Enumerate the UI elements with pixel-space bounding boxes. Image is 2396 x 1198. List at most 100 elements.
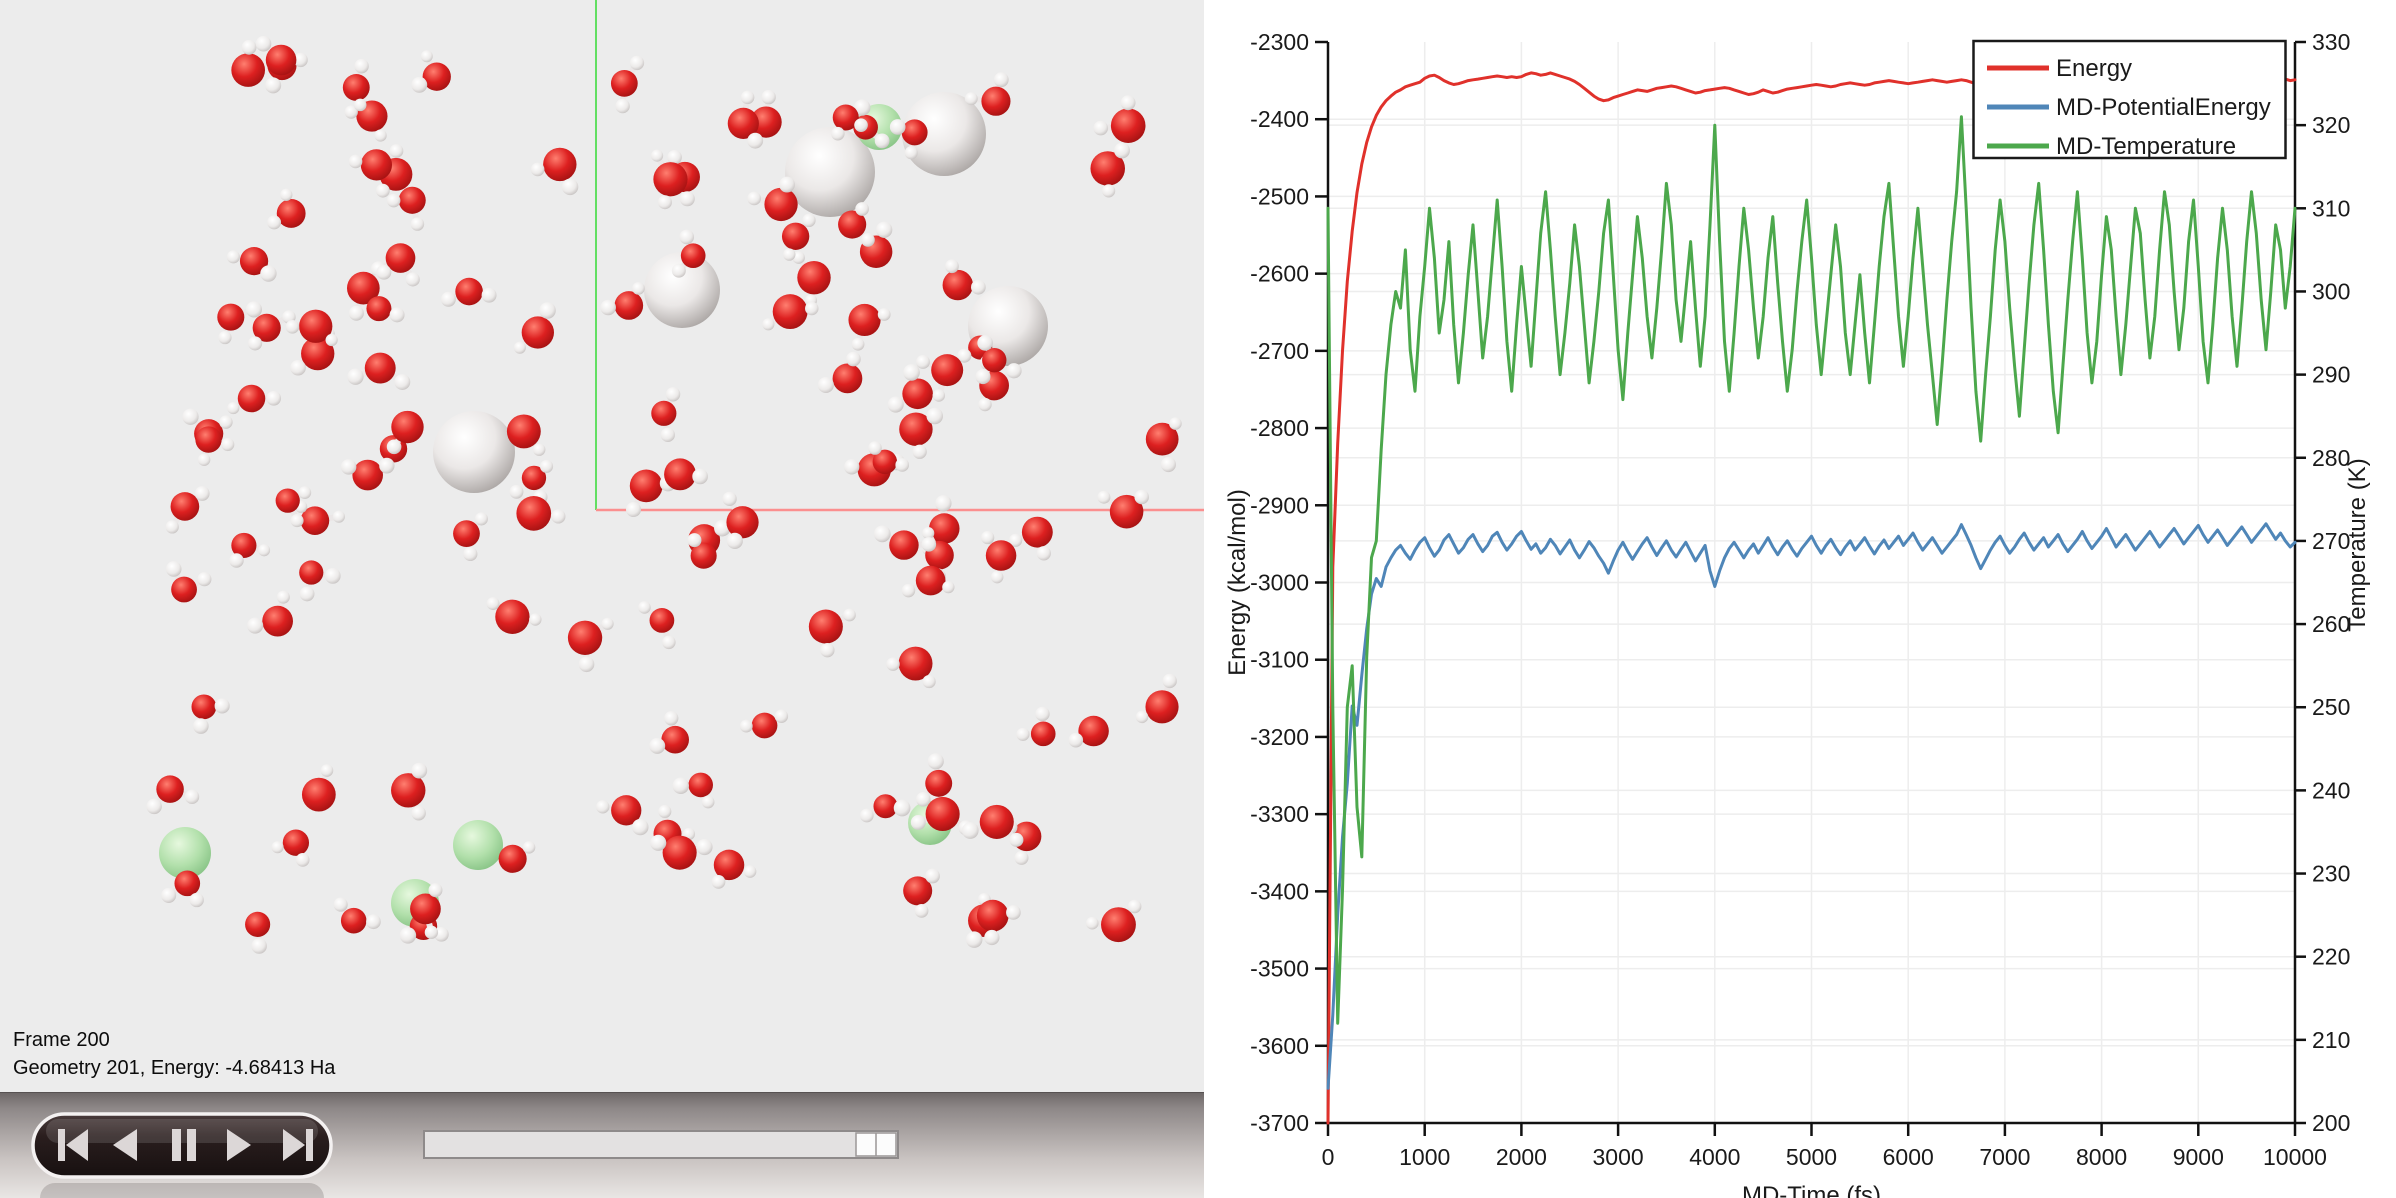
oxygen-atom (507, 414, 541, 448)
hydrogen-atom (680, 191, 695, 206)
hydrogen-atom (387, 194, 401, 208)
oxygen-atom (664, 458, 696, 490)
water-molecule (712, 850, 757, 889)
hydrogen-atom (843, 609, 856, 622)
hydrogen-atom (692, 469, 708, 485)
hydrogen-atom (679, 230, 694, 245)
oxygen-atom (611, 70, 638, 97)
oxygen-atom (986, 540, 1017, 571)
hydrogen-atom (429, 883, 443, 897)
hydrogen-atom (341, 459, 357, 475)
oxygen-atom (663, 836, 697, 870)
oxygen-atom (343, 74, 370, 101)
oxygen-atom (726, 506, 758, 538)
frame-slider-thumb[interactable] (856, 1133, 896, 1156)
hydrogen-atom (820, 643, 834, 657)
hydrogen-atom (740, 720, 753, 733)
water-molecule (902, 566, 955, 598)
hydrogen-atom (1114, 143, 1130, 159)
hydrogen-atom (868, 441, 882, 455)
svg-text:-2500: -2500 (1250, 183, 1309, 209)
water-molecule (568, 618, 614, 672)
hydrogen-atom (661, 428, 675, 442)
svg-text:-2700: -2700 (1250, 338, 1309, 364)
hydrogen-atom (219, 415, 232, 428)
oxygen-atom (981, 87, 1010, 116)
hydrogen-atom (933, 389, 945, 401)
hydrogen-atom (411, 763, 427, 779)
hydrogen-atom (441, 292, 456, 307)
hydrogen-atom (325, 568, 341, 584)
hydrogen-atom (1006, 905, 1021, 920)
oxygen-atom (651, 401, 676, 426)
hydrogen-atom (251, 938, 267, 954)
hydrogen-atom (658, 195, 672, 209)
hydrogen-atom (246, 301, 262, 317)
hydrogen-atom (333, 511, 345, 523)
hydrogen-atom (831, 127, 845, 141)
hydrogen-atom (411, 77, 427, 93)
oxygen-atom (615, 291, 644, 320)
hydrogen-atom (425, 926, 438, 939)
water-molecule (1136, 674, 1179, 724)
hydrogen-atom (266, 391, 281, 406)
hydrogen-atom (182, 409, 198, 425)
hydrogen-atom (400, 927, 416, 943)
hydrogen-atom (475, 512, 488, 525)
oxygen-atom (361, 149, 392, 180)
hydrogen-atom (975, 369, 990, 384)
hydrogen-atom (354, 99, 367, 112)
hydrogen-atom (411, 806, 426, 821)
oxygen-atom (453, 520, 480, 547)
oxygen-atom (916, 566, 946, 596)
oxygen-atom (245, 912, 270, 937)
hydrogen-atom (1009, 833, 1023, 847)
svg-text:310: 310 (2312, 195, 2350, 221)
hydrogen-atom (925, 869, 940, 884)
hydrogen-atom (229, 553, 243, 567)
water-molecule (1086, 900, 1141, 942)
hydrogen-atom (390, 144, 404, 158)
water-molecule (611, 56, 644, 114)
hydrogen-atom (286, 320, 300, 334)
x-axis-title: MD-Time (fs) (1742, 1182, 1881, 1198)
hydrogen-atom (928, 753, 944, 769)
hydrogen-atom (146, 799, 161, 814)
oxygen-atom (195, 426, 221, 452)
chart-panel: -2300-2400-2500-2600-2700-2800-2900-3000… (1204, 0, 2396, 1198)
hydrogen-atom (193, 718, 209, 734)
oxygen-atom (217, 304, 244, 331)
hydrogen-atom (509, 485, 523, 499)
hydrogen-atom (916, 355, 930, 369)
water-molecule (227, 385, 281, 414)
hydrogen-atom (562, 179, 579, 196)
oxygen-atom (688, 773, 713, 798)
oxygen-atom (191, 694, 216, 719)
oxygen-atom (366, 296, 391, 321)
oxygen-atom (982, 348, 1006, 372)
oxygen-atom (262, 606, 293, 637)
hydrogen-atom (926, 408, 943, 425)
svg-text:250: 250 (2312, 694, 2350, 720)
oxygen-atom (568, 621, 602, 655)
molecular-viewport[interactable] (0, 0, 1204, 1092)
hydrogen-atom (300, 587, 315, 602)
hydrogen-atom (326, 334, 338, 346)
hydrogen-atom (894, 800, 911, 817)
svg-text:230: 230 (2312, 861, 2350, 887)
hydrogen-atom (265, 77, 281, 93)
molecule-viewer-panel: Frame 200 Geometry 201, Energy: -4.68413… (0, 0, 1204, 1198)
hydrogen-atom (161, 888, 176, 903)
water-molecule (888, 364, 933, 412)
svg-text:8000: 8000 (2076, 1144, 2127, 1170)
water-molecule (343, 59, 370, 111)
water-molecule (487, 597, 542, 634)
hydrogen-atom (260, 265, 276, 281)
water-molecule (166, 561, 212, 602)
frame-slider-track[interactable] (424, 1131, 898, 1158)
hydrogen-atom (354, 59, 368, 73)
oxygen-atom (174, 871, 200, 897)
oxygen-atom (773, 294, 808, 329)
hydrogen-atom (185, 790, 199, 804)
water-molecule (166, 486, 210, 533)
